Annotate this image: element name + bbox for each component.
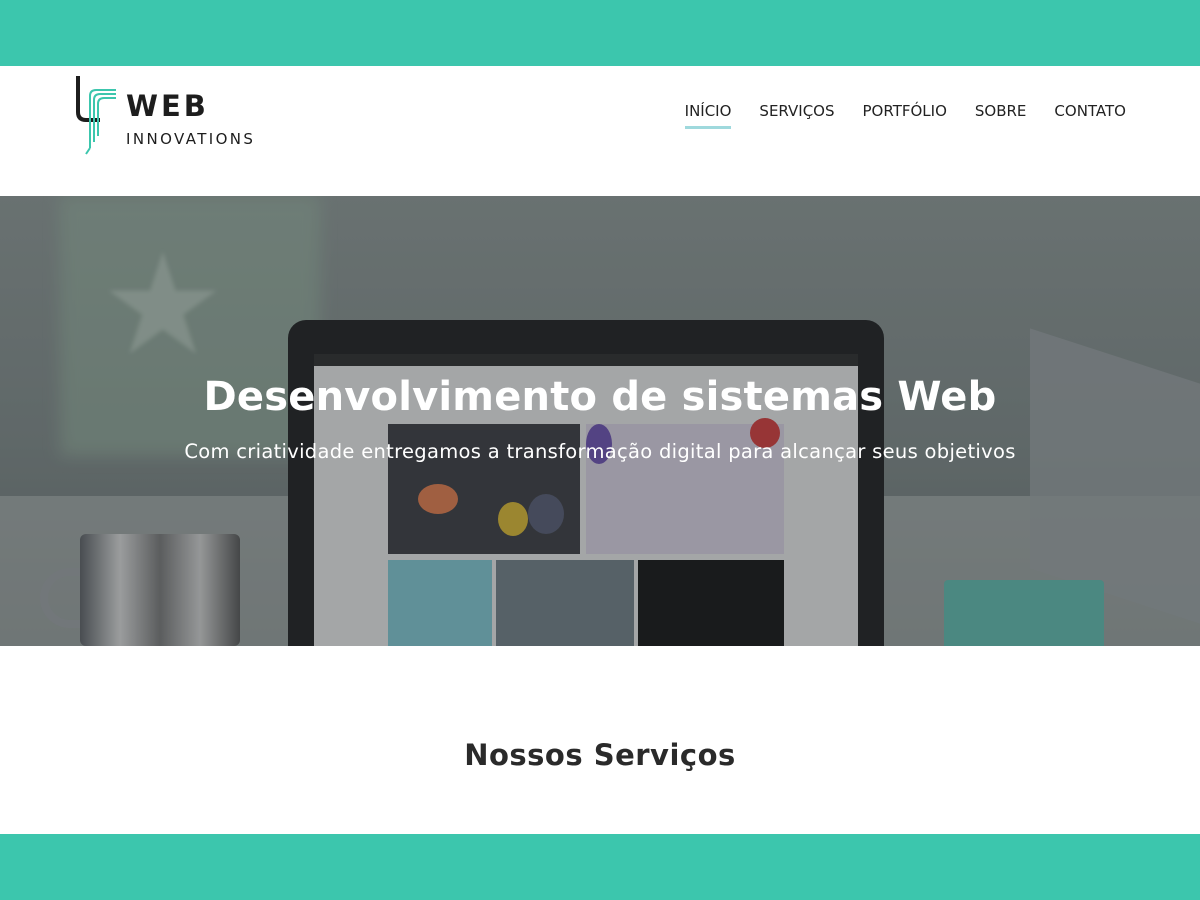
site-header: WEB INNOVATIONS INÍCIO SERVIÇOS PORTFÓLI… [0,66,1200,196]
nav-item-contato[interactable]: CONTATO [1054,100,1126,128]
main-nav: INÍCIO SERVIÇOS PORTFÓLIO SOBRE CONTATO [684,100,1126,129]
nav-item-portfolio[interactable]: PORTFÓLIO [863,100,947,128]
hero-subtitle: Com criatividade entregamos a transforma… [184,440,1016,463]
bottom-accent-bar [0,834,1200,900]
top-accent-bar [0,0,1200,66]
logo-title: WEB [126,89,209,123]
nav-item-servicos[interactable]: SERVIÇOS [759,100,834,128]
nav-item-sobre[interactable]: SOBRE [975,100,1027,128]
logo[interactable]: WEB INNOVATIONS [74,76,274,156]
nav-item-inicio[interactable]: INÍCIO [684,100,731,129]
wi-monogram-icon [76,76,116,155]
services-section-title: Nossos Serviços [464,738,736,772]
hero-banner: ★ Desenvolvimento de sistemas Web Com cr… [0,196,1200,646]
hero-overlay [0,196,1200,646]
logo-subtitle: INNOVATIONS [126,130,256,148]
hero-title: Desenvolvimento de sistemas Web [203,374,997,420]
